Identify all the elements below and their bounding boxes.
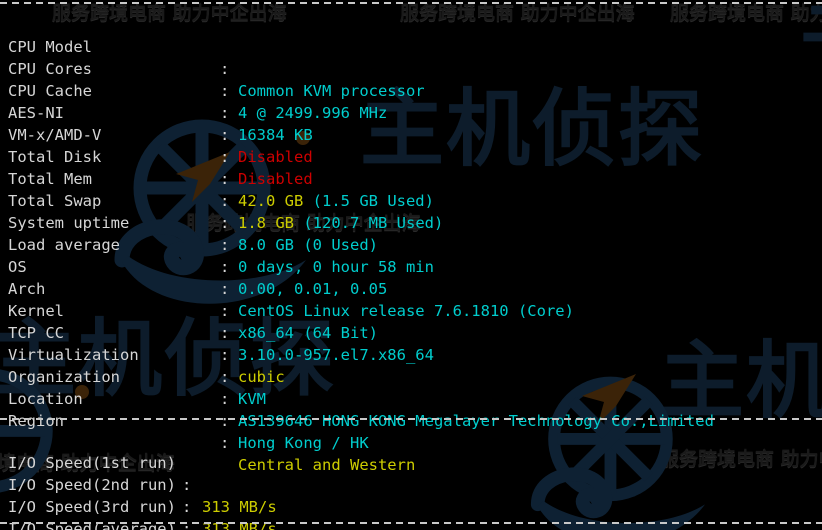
io-row: I/O Speed(3rd run) : 270 MB/s xyxy=(0,474,822,530)
info-row: VM-x/AMD-V : Disabled xyxy=(0,102,822,188)
io-label: I/O Speed(average) xyxy=(8,520,176,530)
separator-middle xyxy=(0,418,822,420)
info-row: CPU Model : Common KVM processor xyxy=(0,14,822,100)
info-row: Virtualization : KVM xyxy=(0,322,822,408)
terminal-output: CPU Model : Common KVM processor CPU Cor… xyxy=(0,0,822,530)
info-row: Region : Central and Western xyxy=(0,388,822,474)
info-row: Organization : AS139646 HONG KONG Megala… xyxy=(0,344,822,430)
io-value: 313 MB/s xyxy=(202,520,277,530)
info-row: Total Mem : 1.8 GB (120.7 MB Used) xyxy=(0,146,822,232)
info-row: AES-NI : Disabled xyxy=(0,80,822,166)
info-row: Load average : 0.00, 0.01, 0.05 xyxy=(0,212,822,298)
separator-bottom xyxy=(0,522,822,524)
info-label: Region xyxy=(8,412,64,430)
io-row: I/O Speed(1st run) : 313 MB/s xyxy=(0,430,822,516)
info-row: OS : CentOS Linux release 7.6.1810 (Core… xyxy=(0,234,822,320)
info-row: CPU Cores : 4 @ 2499.996 MHz xyxy=(0,36,822,122)
info-row: Total Disk : 42.0 GB (1.5 GB Used) xyxy=(0,124,822,210)
info-row: CPU Cache : 16384 KB xyxy=(0,58,822,144)
info-colon: : xyxy=(220,412,230,430)
info-row: Location : Hong Kong / HK xyxy=(0,366,822,452)
info-row: TCP CC : cubic xyxy=(0,300,822,386)
io-colon: : xyxy=(182,520,192,530)
io-row: I/O Speed(average) : 298.7 MB/s xyxy=(0,496,822,530)
io-row: I/O Speed(2nd run) : 313 MB/s xyxy=(0,452,822,530)
info-row: Kernel : 3.10.0-957.el7.x86_64 xyxy=(0,278,822,364)
terminal-screen: 服务跨境电商 助力中企出海 服务跨境电商 助力中企出海 服务跨境电商 助力中企出… xyxy=(0,0,822,530)
info-row: Total Swap : 8.0 GB (0 Used) xyxy=(0,168,822,254)
info-row: Arch : x86_64 (64 Bit) xyxy=(0,256,822,342)
separator-top xyxy=(0,2,822,4)
info-value: AS139646 HONG KONG Megalayer Technology … xyxy=(238,412,714,430)
info-row: System uptime : 0 days, 0 hour 58 min xyxy=(0,190,822,276)
